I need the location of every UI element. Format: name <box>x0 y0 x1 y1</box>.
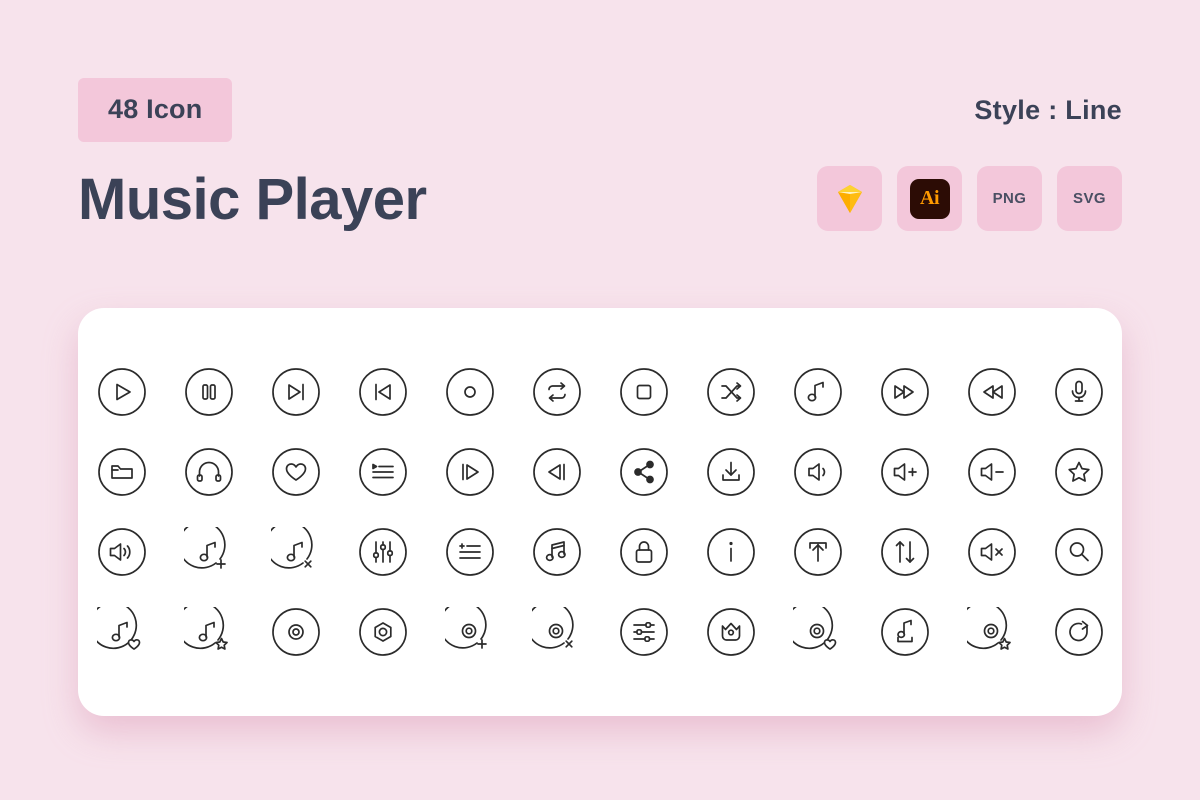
illustrator-tile: Ai <box>909 178 950 219</box>
download-music-icon[interactable] <box>879 606 931 658</box>
stop-icon[interactable] <box>618 366 670 418</box>
star-icon[interactable] <box>1053 446 1105 498</box>
favorite-disc-icon[interactable] <box>792 606 844 658</box>
format-badge-png[interactable]: PNG <box>977 166 1042 231</box>
remove-music-icon[interactable] <box>270 526 322 578</box>
info-icon[interactable] <box>705 526 757 578</box>
format-badge-illustrator-label: Ai <box>920 187 940 209</box>
format-badge-sketch[interactable] <box>817 166 882 231</box>
heart-icon[interactable] <box>270 446 322 498</box>
share-icon[interactable] <box>618 446 670 498</box>
download-icon[interactable] <box>705 446 757 498</box>
header: 48 Icon Music Player Style : Line Ai PNG… <box>78 78 1122 231</box>
format-badge-svg[interactable]: SVG <box>1057 166 1122 231</box>
next-track-icon[interactable] <box>270 366 322 418</box>
icon-grid <box>78 352 1122 672</box>
add-disc-icon[interactable] <box>444 606 496 658</box>
rewind-icon[interactable] <box>966 366 1018 418</box>
repeat-icon[interactable] <box>531 366 583 418</box>
upload-icon[interactable] <box>792 526 844 578</box>
icon-count-badge: 48 Icon <box>78 78 233 142</box>
record-icon[interactable] <box>444 366 496 418</box>
format-badge-illustrator[interactable]: Ai <box>897 166 962 231</box>
disc-icon[interactable] <box>270 606 322 658</box>
style-label: Style : Line <box>974 95 1122 125</box>
sketch-diamond-icon <box>837 184 862 213</box>
volume-high-icon[interactable] <box>96 526 148 578</box>
folder-icon[interactable] <box>96 446 148 498</box>
playlist-icon[interactable] <box>357 446 409 498</box>
mute-icon[interactable] <box>966 526 1018 578</box>
headphones-icon[interactable] <box>183 446 235 498</box>
shuffle-icon[interactable] <box>705 366 757 418</box>
skip-forward-icon[interactable] <box>444 446 496 498</box>
equalizer-vertical-icon[interactable] <box>357 526 409 578</box>
format-badges: Ai PNG SVG <box>817 166 1122 231</box>
lock-icon[interactable] <box>618 526 670 578</box>
vinyl-hexagon-icon[interactable] <box>357 606 409 658</box>
double-music-note-icon[interactable] <box>531 526 583 578</box>
format-badge-png-label: PNG <box>992 190 1027 207</box>
crown-basket-icon[interactable] <box>705 606 757 658</box>
search-icon[interactable] <box>1053 526 1105 578</box>
starred-disc-icon[interactable] <box>966 606 1018 658</box>
volume-up-icon[interactable] <box>879 446 931 498</box>
play-icon[interactable] <box>96 366 148 418</box>
fast-forward-icon[interactable] <box>879 366 931 418</box>
starred-music-icon[interactable] <box>183 606 235 658</box>
format-badge-svg-label: SVG <box>1073 190 1106 207</box>
skip-back-icon[interactable] <box>531 446 583 498</box>
equalizer-horizontal-icon[interactable] <box>618 606 670 658</box>
transfer-icon[interactable] <box>879 526 931 578</box>
add-music-icon[interactable] <box>183 526 235 578</box>
music-note-icon[interactable] <box>792 366 844 418</box>
remove-disc-icon[interactable] <box>531 606 583 658</box>
previous-track-icon[interactable] <box>357 366 409 418</box>
pause-icon[interactable] <box>183 366 235 418</box>
icon-grid-card <box>78 308 1122 716</box>
replay-icon[interactable] <box>1053 606 1105 658</box>
microphone-icon[interactable] <box>1053 366 1105 418</box>
volume-down-icon[interactable] <box>966 446 1018 498</box>
volume-icon[interactable] <box>792 446 844 498</box>
add-to-playlist-icon[interactable] <box>444 526 496 578</box>
icon-set-presentation: 48 Icon Music Player Style : Line Ai PNG… <box>0 0 1200 800</box>
favorite-music-icon[interactable] <box>96 606 148 658</box>
